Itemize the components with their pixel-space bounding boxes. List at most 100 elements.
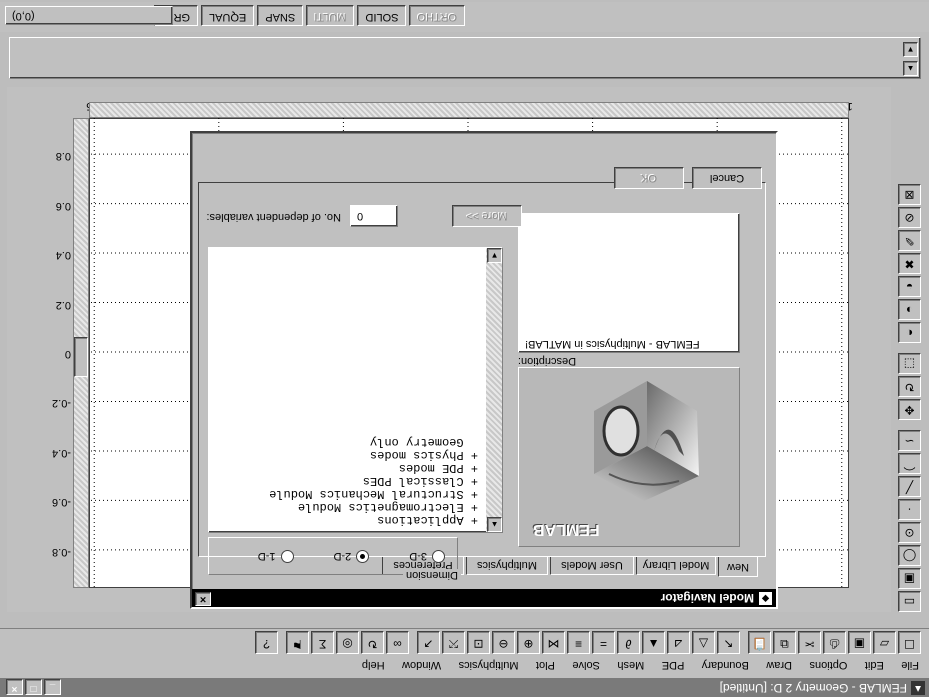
equal-toggle-button[interactable]: EQUAL (201, 5, 255, 26)
difference-draw-button[interactable]: ◒ (898, 276, 921, 297)
scroll-thumb[interactable] (74, 337, 88, 377)
rectangle-draw-button[interactable]: ▭ (898, 591, 921, 612)
print-tool-button[interactable]: ⎙ (823, 631, 846, 654)
tab-user-models[interactable]: User Models (550, 556, 634, 575)
list-item[interactable]: Geometry only (269, 435, 478, 449)
multiphysics-tool-button[interactable]: ∞ (386, 631, 409, 654)
ellipse-draw-button[interactable]: ◯ (898, 545, 921, 566)
plot-tool-button[interactable]: ⚑ (286, 631, 309, 654)
menu-multiphysics[interactable]: Multiphysics (459, 659, 519, 671)
scale-draw-button[interactable]: ⬚ (898, 353, 921, 374)
rectangle-center-draw-button[interactable]: ▣ (898, 568, 921, 589)
radio-3d-indicator (432, 550, 445, 563)
more-button[interactable]: More >> (452, 205, 522, 227)
model-list-scrollbar[interactable]: ▲ ▼ (486, 248, 502, 532)
scale-icon: ⬚ (903, 357, 916, 371)
close-button[interactable]: × (6, 679, 23, 695)
cubic-draw-button[interactable]: ∽ (898, 430, 921, 451)
vertical-scrollbar[interactable] (73, 118, 89, 588)
solid-toggle-button[interactable]: SOLID (357, 5, 407, 26)
maximize-button[interactable]: □ (25, 679, 42, 695)
open-tool-button[interactable]: ▱ (873, 631, 896, 654)
help-tool-button[interactable]: ? (255, 631, 278, 654)
menu-mesh[interactable]: Mesh (617, 659, 644, 671)
refine-tool-button[interactable]: ↻ (361, 631, 384, 654)
horizontal-scrollbar[interactable] (89, 102, 849, 118)
tab-model-library[interactable]: Model Library (636, 556, 716, 575)
menu-options[interactable]: Options (809, 659, 847, 671)
tab-multiphysics[interactable]: Multiphysics (466, 556, 548, 575)
list-item[interactable]: + PDE modes (269, 461, 478, 475)
command-area[interactable]: ▲ ▼ (9, 37, 921, 79)
pointer-tool-button[interactable]: ↖ (717, 631, 740, 654)
sum-tool-button[interactable]: Σ (311, 631, 334, 654)
intersect-draw-button[interactable]: ◑ (898, 299, 921, 320)
menu-edit[interactable]: Edit (865, 659, 884, 671)
dialog-close-button[interactable]: × (195, 592, 211, 606)
description-box: FEMLAB - Multiphysics in MATLAB! (518, 213, 740, 353)
line-draw-button[interactable]: ╱ (898, 476, 921, 497)
triangle-fill-icon: ▲ (647, 637, 660, 651)
zoom-in-tool-button[interactable]: ⊕ (517, 631, 540, 654)
dep-vars-input[interactable]: 0 (350, 205, 398, 227)
save-tool-button[interactable]: ▣ (848, 631, 871, 654)
list-item[interactable]: + Electromagnetics Module (269, 500, 478, 514)
menu-draw[interactable]: Draw (766, 659, 792, 671)
menu-solve[interactable]: Solve (572, 659, 600, 671)
mesh-tool-button[interactable]: ⋈ (542, 631, 565, 654)
menu-help[interactable]: Help (362, 659, 385, 671)
radio-3d[interactable]: 3-D (409, 550, 445, 563)
union-draw-button[interactable]: ◐ (898, 322, 921, 343)
minimize-button[interactable]: _ (44, 679, 61, 695)
pde-tool-button[interactable]: ∂ (617, 631, 640, 654)
list-item[interactable]: + Applications (269, 513, 478, 527)
menu-file[interactable]: File (901, 659, 919, 671)
zoom-out-tool-button[interactable]: ⊖ (492, 631, 515, 654)
edit-draw-button[interactable]: ✎ (898, 230, 921, 251)
paste-tool-button[interactable]: 📋 (748, 631, 771, 654)
clear-draw-button[interactable]: ⊠ (898, 184, 921, 205)
cancel-button[interactable]: Cancel (692, 167, 762, 189)
triangle-fill-tool-button[interactable]: ▲ (642, 631, 665, 654)
ok-button[interactable]: OK (614, 167, 684, 189)
radio-2d[interactable]: 2-D (334, 550, 370, 563)
menu-boundary[interactable]: Boundary (702, 659, 749, 671)
rotate-draw-button[interactable]: ↻ (898, 376, 921, 397)
ellipse-center-draw-button[interactable]: ⊙ (898, 522, 921, 543)
tab-new[interactable]: New (718, 556, 758, 577)
menu-pde[interactable]: PDE (662, 659, 685, 671)
delete-points-draw-button[interactable]: ✖ (898, 253, 921, 274)
list-item[interactable]: + Physics modes (269, 448, 478, 462)
triangle-tool-button[interactable]: △ (692, 631, 715, 654)
move-draw-button[interactable]: ✥ (898, 399, 921, 420)
difference-icon: ◒ (905, 280, 914, 294)
command-scroll-down-button[interactable]: ▲ (903, 61, 918, 76)
radio-1d[interactable]: 1-D (258, 550, 294, 563)
zoom-extents-tool-button[interactable]: ⤧ (442, 631, 465, 654)
boundary-tool-button[interactable]: ≡ (567, 631, 590, 654)
zoom-window-tool-button[interactable]: ⊡ (467, 631, 490, 654)
list-scroll-down-button[interactable]: ▲ (487, 517, 502, 532)
app-title: FEMLAB - Geometry 2 D: [Untitled] (719, 681, 907, 695)
app-title-bar: ▲ FEMLAB - Geometry 2 D: [Untitled] _ □ … (0, 678, 929, 697)
snap-toggle-button[interactable]: SNAP (257, 5, 304, 26)
model-list[interactable]: ▲ ▼ + Applications + Electromagnetics Mod… (208, 247, 503, 533)
menu-window[interactable]: Window (402, 659, 441, 671)
solve-tool-button[interactable]: ◎ (336, 631, 359, 654)
point-draw-button[interactable]: · (898, 499, 921, 520)
command-scroll-up-button[interactable]: ▼ (903, 42, 918, 57)
copy-tool-button[interactable]: ⧉ (773, 631, 796, 654)
split-draw-button[interactable]: ⊘ (898, 207, 921, 228)
multi-toggle-button[interactable]: MULTI (306, 5, 355, 26)
list-item[interactable]: + Classical PDEs (269, 474, 478, 488)
new-tool-button[interactable]: ☐ (898, 631, 921, 654)
list-item[interactable]: + Structural Mechanics Module (269, 487, 478, 501)
select-tool-button[interactable]: ↗ (417, 631, 440, 654)
triangle-plus-tool-button[interactable]: ⊿ (667, 631, 690, 654)
list-scroll-up-button[interactable]: ▼ (487, 248, 502, 263)
menu-plot[interactable]: Plot (536, 659, 555, 671)
equals-tool-button[interactable]: = (592, 631, 615, 654)
ortho-toggle-button[interactable]: ORTHO (409, 5, 465, 26)
cut-tool-button[interactable]: ✂ (798, 631, 821, 654)
curve-draw-button[interactable]: ⌒ (898, 453, 921, 474)
